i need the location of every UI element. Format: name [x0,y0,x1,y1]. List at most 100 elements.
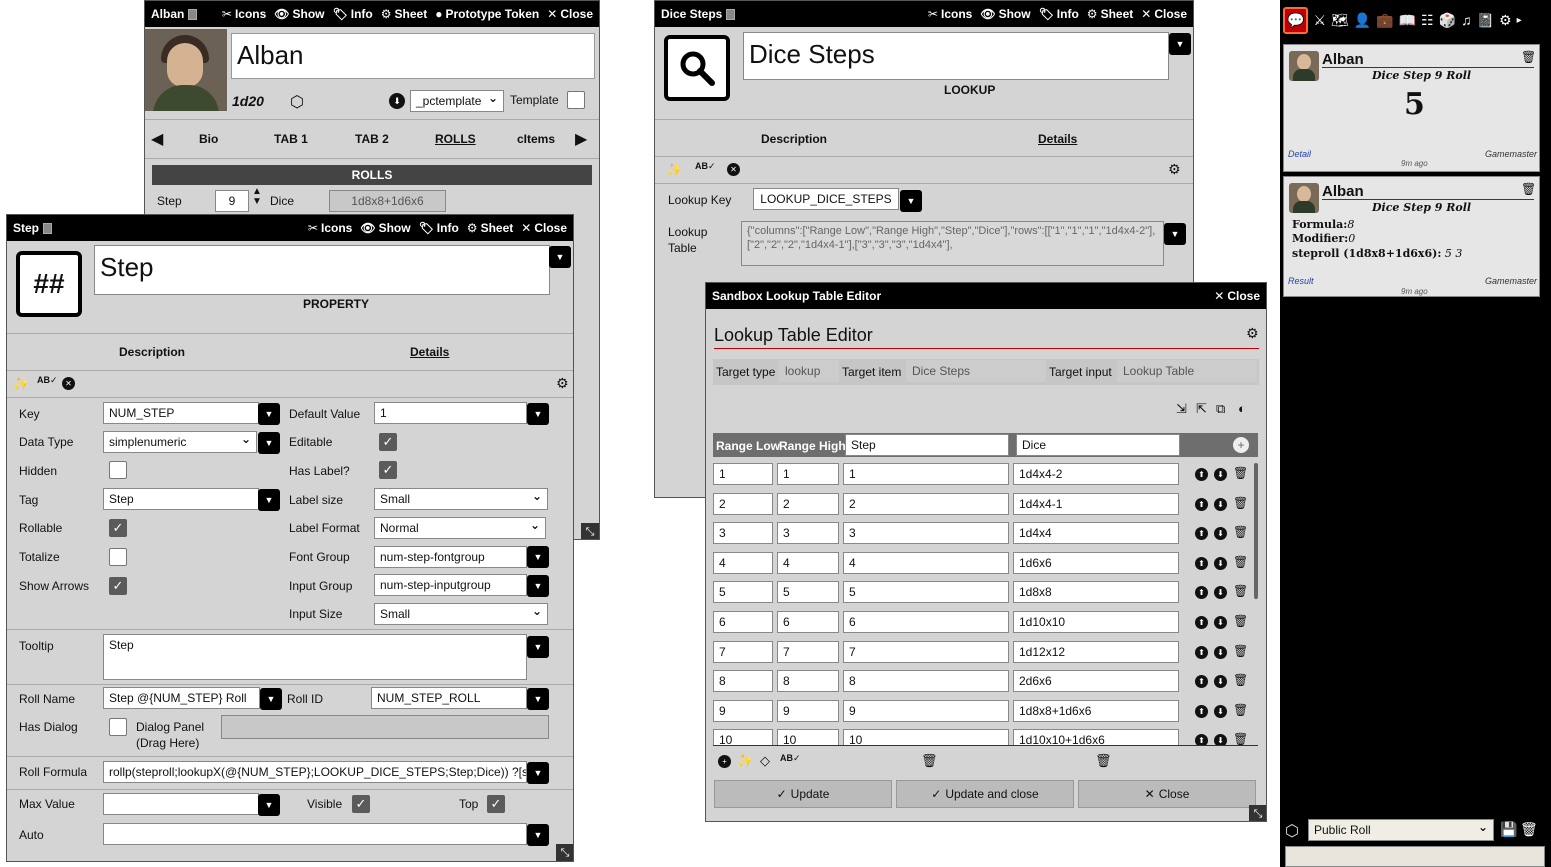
table-cell-input[interactable]: 10 [777,729,839,745]
delete-column-icon[interactable]: 🗑 [1095,753,1112,769]
auto-input[interactable] [103,823,527,845]
tab-2[interactable]: TAB 2 [355,132,389,146]
table-cell-input[interactable]: 7 [777,640,839,663]
table-cell-input[interactable]: 10 [843,729,1009,745]
spellcheck-icon[interactable]: AB✓ [780,753,801,764]
move-up-icon[interactable]: ⬆ [1195,468,1208,481]
tab-1[interactable]: TAB 1 [274,132,308,146]
close-editor-button[interactable]: ✕ Close [1078,780,1256,808]
move-down-icon[interactable]: ⬇ [1214,586,1227,600]
table-cell-input[interactable]: 8 [777,670,839,693]
d20-icon[interactable]: ⬡ [1285,821,1299,841]
auto-dropdown[interactable]: ▼ [527,824,549,846]
copy-icon[interactable]: ⧉ [1216,401,1225,417]
top-checkbox[interactable]: ✓ [487,795,505,813]
export-icon[interactable]: ⇱ [1196,401,1207,417]
character-name-input[interactable]: Alban [231,33,595,79]
delete-message-icon[interactable]: 🗑 [1521,182,1536,196]
close-button[interactable]: ✕ Close [1141,7,1187,21]
settings-icon[interactable]: ⚙ [1499,12,1512,29]
spellcheck-icon[interactable]: AB✓ [695,161,716,172]
inputsize-select[interactable]: Small [374,603,548,625]
inputgroup-dropdown[interactable]: ▼ [527,575,549,597]
table-cell-input[interactable]: 1d8x8+1d6x6 [1013,699,1179,722]
move-up-icon[interactable]: ⬆ [1195,645,1208,659]
tab-citems[interactable]: cItems [517,132,555,146]
info-button[interactable]: 🏷 Info [1039,7,1079,21]
character-portrait[interactable] [145,29,227,111]
d20-icon[interactable]: ⬡ [290,92,304,112]
property-icon[interactable]: ## [16,251,82,317]
discord-icon[interactable]: ◐ [1238,401,1246,416]
clear-chat-icon[interactable]: 🗑 [1520,821,1538,838]
tab-details[interactable]: Details [410,345,449,359]
delete-column-icon[interactable]: 🗑 [921,753,938,769]
table-cell-input[interactable]: 10 [713,729,773,745]
alban-titlebar[interactable]: Alban ✂ Icons 👁 Show 🏷 Info ⚙ Sheet ● Prototy… [145,1,599,27]
delete-row-icon[interactable]: 🗑 [1233,703,1248,717]
move-down-icon[interactable]: ⬇ [1214,527,1227,541]
table-cell-input[interactable]: 7 [713,640,773,663]
table-cell-input[interactable]: 6 [777,611,839,633]
delete-row-icon[interactable]: 🗑 [1233,614,1248,628]
import-icon[interactable]: ⇲ [1176,401,1187,417]
lookuptable-dropdown[interactable]: ▼ [1164,223,1186,245]
combat-icon[interactable]: ⚔ [1313,12,1326,29]
rollformula-input[interactable]: rollp(steproll;lookupX(@{NUM_STEP};LOOKU… [103,761,527,783]
table-cell-input[interactable]: 1d10x10+1d6x6 [1013,729,1179,745]
totalize-checkbox[interactable] [109,548,127,566]
move-down-icon[interactable]: ⬇ [1214,675,1227,689]
table-cell-input[interactable]: 3 [843,522,1009,545]
close-button[interactable]: ✕ Close [521,221,567,235]
tag-dropdown[interactable]: ▼ [258,489,280,511]
step-titlebar[interactable]: Step ✂ Icons 👁 Show 🏷 Info ⚙ Sheet ✕ Close [7,215,573,241]
delete-row-icon[interactable]: 🗑 [1233,732,1248,745]
tab-description[interactable]: Description [761,132,827,146]
move-up-icon[interactable]: ⬆ [1195,586,1208,600]
icons-button[interactable]: ✂ Icons [928,7,972,21]
maxvalue-dropdown[interactable]: ▼ [258,794,280,816]
delete-row-icon[interactable]: 🗑 [1233,466,1248,480]
visible-checkbox[interactable]: ✓ [352,795,370,813]
move-down-icon[interactable]: ⬇ [1214,616,1227,629]
tables-icon[interactable]: ☷ [1421,12,1434,29]
move-down-icon[interactable]: ⬇ [1214,468,1227,481]
lookuptable-textarea[interactable]: {"columns":["Range Low","Range High","St… [741,221,1164,266]
table-cell-input[interactable]: 1d10x10 [1013,611,1179,633]
move-up-icon[interactable]: ⬆ [1195,704,1208,718]
lookup-magnifier-icon[interactable] [664,35,730,101]
cards-icon[interactable]: 🎲 [1439,12,1456,29]
column-header-input[interactable]: Dice [1016,434,1180,456]
add-column-icon[interactable]: + [1233,437,1249,453]
table-cell-input[interactable]: 5 [713,581,773,604]
table-cell-input[interactable]: 7 [843,640,1009,663]
template-select[interactable]: _pctemplate [410,90,504,112]
chat-input[interactable] [1285,846,1545,867]
table-cell-input[interactable]: 2d6x6 [1013,670,1179,693]
name-dropdown[interactable]: ▼ [1169,33,1191,55]
resize-handle[interactable]: ⤡ [1249,805,1266,821]
labelsize-select[interactable]: Small [374,488,548,510]
table-cell-input[interactable]: 1d12x12 [1013,640,1179,663]
lookup-name-input[interactable]: Dice Steps [743,32,1169,80]
info-button[interactable]: 🏷 Info [419,221,459,235]
sheet-button[interactable]: ⚙ Sheet [1087,7,1133,21]
magic-wand-icon[interactable]: ✨ [666,162,682,178]
tooltip-textarea[interactable]: Step [103,634,527,680]
table-cell-input[interactable]: 2 [777,492,839,515]
playlists-icon[interactable]: ♫ [1461,12,1472,28]
item-name-input[interactable]: Step [94,245,550,295]
table-cell-input[interactable]: 9 [713,699,773,722]
tag-input[interactable]: Step [103,488,259,510]
update-and-close-button[interactable]: ✓ Update and close [896,780,1074,808]
move-down-icon[interactable]: ⬇ [1214,497,1227,511]
result-link[interactable]: Result [1288,276,1314,286]
settings-gear-icon[interactable]: ⚙ [1168,161,1181,178]
icons-button[interactable]: ✂ Icons [308,221,352,235]
inputgroup-input[interactable]: num-step-inputgroup [374,574,527,596]
move-down-icon[interactable]: ⬇ [1214,645,1227,659]
table-cell-input[interactable]: 4 [777,551,839,574]
spellcheck-icon[interactable]: AB✓ [37,375,58,386]
chat-icon[interactable]: 💬 [1283,6,1309,34]
journal-icon[interactable]: 📖 [1399,12,1416,29]
